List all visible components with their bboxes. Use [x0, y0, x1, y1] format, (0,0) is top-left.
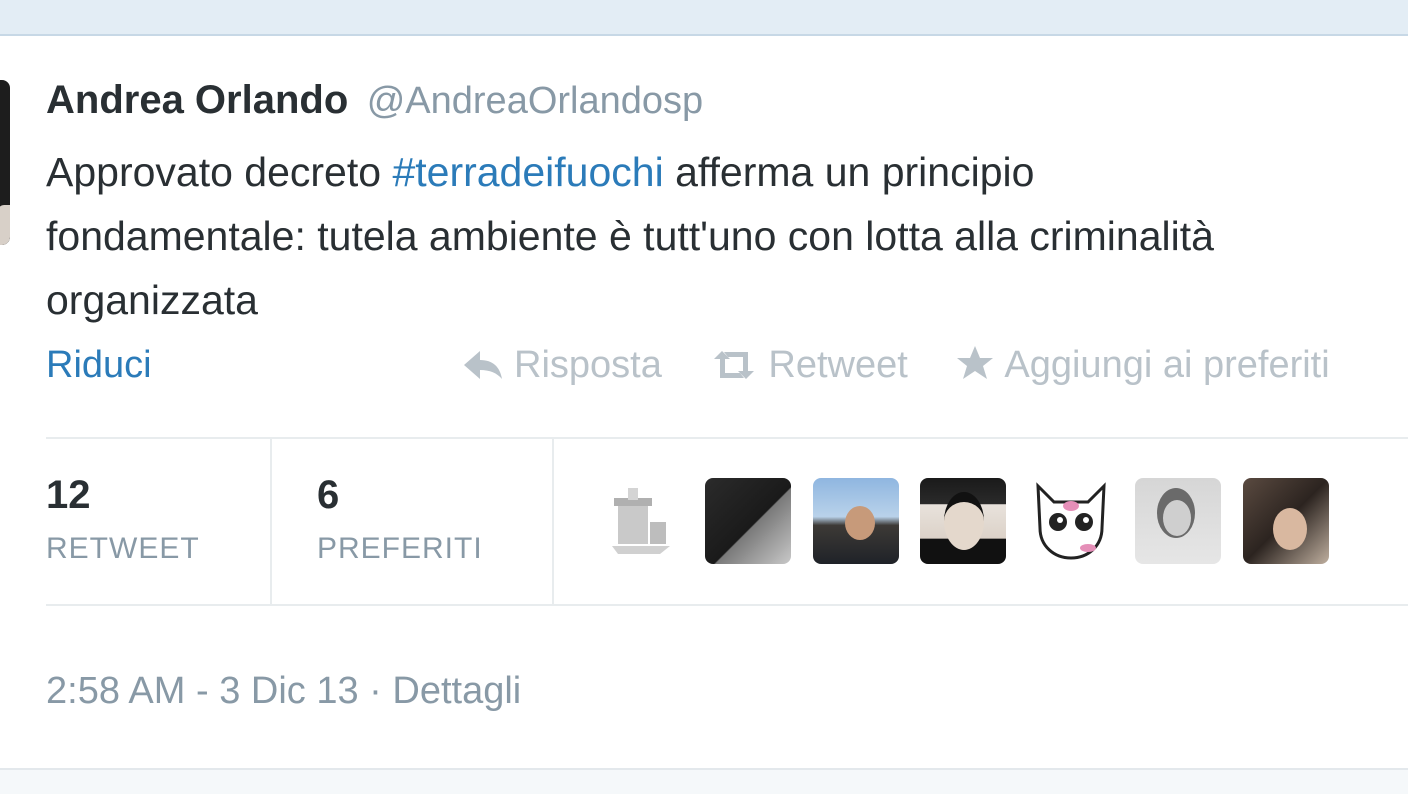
facepile-avatar[interactable]	[920, 478, 1007, 564]
retweet-button[interactable]: Retweet	[710, 344, 908, 387]
facepile-avatar[interactable]	[812, 478, 899, 564]
tweet-actions: Risposta Retweet Aggiungi ai preferiti	[462, 344, 1368, 387]
collapse-link[interactable]: Riduci	[46, 344, 152, 387]
facepile-avatar[interactable]	[1135, 478, 1222, 564]
tweet-text-line-2: fondamentale: tutela ambiente è tutt'uno…	[46, 213, 1214, 259]
retweets-label: RETWEET	[46, 532, 200, 565]
tweet-timestamp[interactable]: 2:58 AM - 3 Dic 13	[46, 670, 359, 712]
cat-cartoon-avatar-icon	[1036, 482, 1106, 560]
hashtag-link[interactable]: #terradeifuochi	[392, 149, 663, 195]
tweet-text-segment: afferma un principio	[663, 149, 1035, 195]
favorites-stat[interactable]: 6 PREFERITI	[317, 470, 483, 566]
reply-arrow-icon	[464, 351, 502, 379]
details-link[interactable]: Dettagli	[392, 670, 521, 712]
tweet-text-segment: Approvato decreto	[46, 149, 393, 195]
facepile-avatar[interactable]	[705, 478, 792, 564]
favorite-button[interactable]: Aggiungi ai preferiti	[956, 344, 1330, 387]
reply-label: Risposta	[514, 344, 662, 386]
tweet-author[interactable]: Andrea Orlando @AndreaOrlandosp	[46, 78, 703, 123]
stats-separator	[270, 439, 272, 604]
tweet-text: Approvato decreto #terradeifuochi afferm…	[46, 140, 1408, 332]
facepile-avatar[interactable]	[1027, 478, 1114, 564]
retweets-stat[interactable]: 12 RETWEET	[46, 470, 200, 566]
stats-separator	[552, 439, 554, 604]
stats-divider-top	[46, 437, 1408, 439]
favorite-label: Aggiungi ai preferiti	[1004, 344, 1330, 386]
author-avatar[interactable]	[0, 80, 10, 245]
favorites-count: 6	[317, 473, 340, 517]
page-bottom-bar	[0, 768, 1408, 794]
meta-separator: ·	[358, 670, 393, 712]
tweet-text-line-3: organizzata	[46, 277, 258, 323]
facepile-avatar[interactable]	[598, 478, 684, 564]
tweet-meta: 2:58 AM - 3 Dic 13 · Dettagli	[46, 670, 521, 713]
tweet-text-line-1: Approvato decreto #terradeifuochi afferm…	[46, 140, 1408, 204]
retweets-count: 12	[46, 473, 91, 517]
retweet-label: Retweet	[768, 344, 908, 386]
page-top-bar	[0, 0, 1408, 36]
author-name[interactable]: Andrea Orlando	[46, 78, 348, 122]
stats-divider-bottom	[46, 604, 1408, 606]
facepile	[598, 478, 1346, 564]
retweet-icon	[714, 351, 755, 379]
star-icon	[957, 346, 994, 379]
recycle-bin-avatar-icon	[612, 488, 670, 554]
reply-button[interactable]: Risposta	[462, 344, 662, 387]
favorites-label: PREFERITI	[317, 532, 483, 565]
facepile-avatar[interactable]	[1242, 478, 1329, 564]
author-handle[interactable]: @AndreaOrlandosp	[367, 80, 703, 122]
